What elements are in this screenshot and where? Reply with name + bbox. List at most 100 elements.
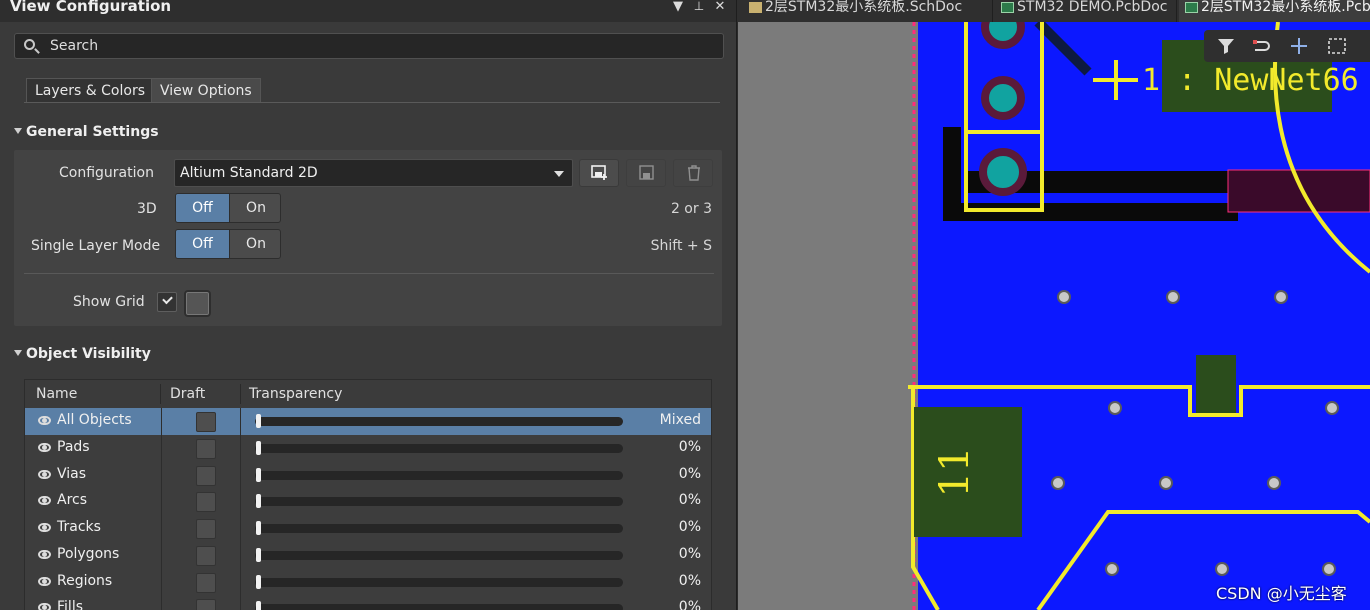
column-header-name[interactable]: Name	[36, 380, 78, 408]
transparency-slider[interactable]	[255, 551, 623, 560]
pad[interactable]	[981, 22, 1025, 49]
search-input[interactable]: Search	[14, 33, 724, 59]
three-d-off-option[interactable]: Off	[176, 194, 229, 222]
draft-checkbox[interactable]	[196, 412, 216, 432]
single-layer-mode-toggle[interactable]: Off On	[175, 229, 281, 259]
eye-icon[interactable]	[38, 603, 51, 610]
eye-icon[interactable]	[38, 550, 51, 559]
transparency-slider[interactable]	[255, 417, 623, 426]
save-as-configuration-button[interactable]	[579, 159, 619, 187]
transparency-slider[interactable]	[255, 497, 623, 506]
transparency-value: 0%	[678, 439, 701, 455]
via[interactable]	[1322, 562, 1336, 576]
general-settings-header[interactable]: General Settings	[14, 124, 159, 140]
via[interactable]	[1108, 401, 1122, 415]
three-d-on-option[interactable]: On	[229, 194, 280, 222]
transparency-slider-handle[interactable]	[256, 548, 261, 562]
column-header-transparency[interactable]: Transparency	[249, 380, 343, 408]
table-row-pads[interactable]: Pads 0%	[25, 435, 711, 462]
draft-checkbox[interactable]	[196, 439, 216, 459]
transparency-slider[interactable]	[255, 578, 623, 587]
row-name: All Objects	[57, 412, 132, 428]
transparency-slider-handle[interactable]	[256, 468, 261, 482]
eye-icon[interactable]	[38, 523, 51, 532]
via[interactable]	[1274, 290, 1288, 304]
select-area-icon[interactable]	[1326, 36, 1348, 56]
save-as-icon	[591, 165, 607, 180]
pcb-drawing[interactable]: 1 : NewNet66 11	[738, 22, 1370, 610]
document-tab-demo-pcbdoc[interactable]: STM32 DEMO.PcbDoc	[995, 0, 1177, 22]
transparency-slider-handle[interactable]	[256, 575, 261, 589]
transparency-slider-handle[interactable]	[256, 414, 261, 428]
settings-divider	[24, 273, 714, 274]
table-row-polygons[interactable]: Polygons 0%	[25, 542, 711, 569]
document-tab-pcbdoc[interactable]: 2层STM32最小系统板.PcbDoc	[1179, 0, 1370, 22]
table-row-tracks[interactable]: Tracks 0%	[25, 515, 711, 542]
route-icon[interactable]	[1251, 36, 1273, 56]
draft-checkbox[interactable]	[196, 466, 216, 486]
via[interactable]	[1051, 476, 1065, 490]
eye-icon[interactable]	[38, 416, 51, 425]
panel-menu-icon[interactable]: ▼	[671, 0, 685, 14]
pad[interactable]	[981, 76, 1025, 120]
pad[interactable]	[1196, 355, 1236, 413]
row-name: Arcs	[57, 492, 88, 508]
via[interactable]	[1325, 401, 1339, 415]
table-row-arcs[interactable]: Arcs 0%	[25, 488, 711, 515]
transparency-value: 0%	[678, 546, 701, 562]
column-header-draft[interactable]: Draft	[170, 380, 206, 408]
transparency-slider[interactable]	[255, 471, 623, 480]
close-icon[interactable]: ✕	[713, 0, 727, 14]
configuration-select[interactable]: Altium Standard 2D	[174, 159, 573, 187]
three-d-toggle[interactable]: Off On	[175, 193, 281, 223]
place-plus-icon[interactable]	[1288, 36, 1310, 56]
panel-title: View Configuration	[10, 0, 172, 15]
pcb-canvas[interactable]: 1 : NewNet66 11	[738, 22, 1370, 610]
delete-configuration-button[interactable]	[673, 159, 713, 187]
table-row-all-objects[interactable]: All Objects Mixed	[25, 408, 711, 435]
show-grid-checkbox[interactable]	[157, 292, 177, 312]
panel-title-bar: View Configuration ▼ ⊥ ✕	[0, 0, 736, 22]
draft-checkbox[interactable]	[196, 519, 216, 539]
save-configuration-button[interactable]	[626, 159, 666, 187]
tab-divider	[24, 102, 720, 103]
draft-checkbox[interactable]	[196, 599, 216, 610]
via[interactable]	[1105, 562, 1119, 576]
transparency-slider-handle[interactable]	[256, 521, 261, 535]
trash-icon	[688, 165, 700, 181]
object-visibility-header[interactable]: Object Visibility	[14, 346, 151, 362]
via[interactable]	[1159, 476, 1173, 490]
pad[interactable]	[979, 148, 1027, 196]
view-configuration-panel: View Configuration ▼ ⊥ ✕ Search Layers &…	[0, 0, 737, 610]
eye-icon[interactable]	[38, 470, 51, 479]
eye-icon[interactable]	[38, 443, 51, 452]
draft-checkbox[interactable]	[196, 492, 216, 512]
transparency-slider-handle[interactable]	[256, 601, 261, 610]
tab-view-options[interactable]: View Options	[151, 78, 261, 103]
single-layer-on-option[interactable]: On	[229, 230, 280, 258]
pin-icon[interactable]: ⊥	[692, 0, 706, 13]
via[interactable]	[1215, 562, 1229, 576]
transparency-value: 0%	[678, 599, 701, 610]
table-row-fills[interactable]: Fills 0%	[25, 595, 711, 610]
single-layer-off-option[interactable]: Off	[176, 230, 229, 258]
via[interactable]	[1166, 290, 1180, 304]
table-row-vias[interactable]: Vias 0%	[25, 462, 711, 489]
document-tab-schdoc[interactable]: 2层STM32最小系统板.SchDoc	[743, 0, 993, 22]
table-header	[25, 380, 711, 408]
via[interactable]	[1057, 290, 1071, 304]
transparency-slider[interactable]	[255, 444, 623, 453]
tab-layers-and-colors[interactable]: Layers & Colors	[26, 78, 154, 103]
transparency-slider-handle[interactable]	[256, 441, 261, 455]
transparency-slider-handle[interactable]	[256, 494, 261, 508]
grid-color-swatch[interactable]	[184, 290, 211, 317]
via[interactable]	[1267, 476, 1281, 490]
draft-checkbox[interactable]	[196, 546, 216, 566]
draft-checkbox[interactable]	[196, 573, 216, 593]
eye-icon[interactable]	[38, 496, 51, 505]
transparency-slider[interactable]	[255, 604, 623, 610]
filter-icon[interactable]	[1215, 36, 1237, 56]
transparency-slider[interactable]	[255, 524, 623, 533]
table-row-regions[interactable]: Regions 0%	[25, 569, 711, 596]
eye-icon[interactable]	[38, 577, 51, 586]
